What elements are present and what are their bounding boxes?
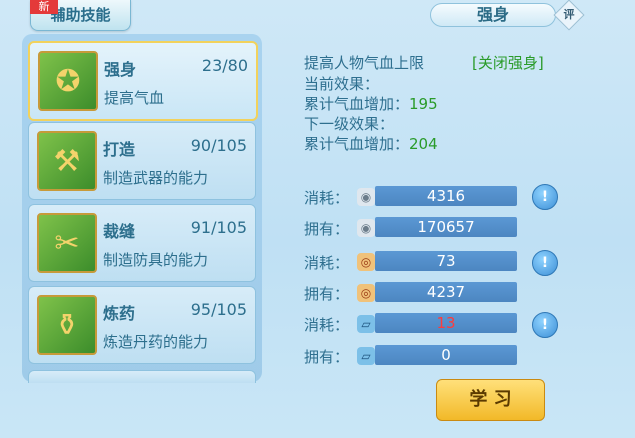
skill-desc: 炼造丹药的能力: [103, 333, 209, 351]
skill-title: 强身: [430, 3, 556, 27]
skill-name: 强身: [104, 60, 137, 79]
info-icon[interactable]: !: [532, 250, 558, 276]
skill-card-dazao[interactable]: ⚒ 打造 90/105 制造武器的能力: [28, 122, 256, 200]
cost-value: 4316: [375, 186, 517, 206]
own-label: 拥有：: [304, 285, 350, 303]
silver-icon: ◉: [357, 188, 375, 206]
hammer-icon: ⚒: [37, 131, 97, 191]
tab-label: 辅助技能: [50, 6, 111, 24]
cost-label: 消耗：: [304, 189, 350, 207]
cost-label: 消耗：: [304, 254, 350, 272]
cost-label: 消耗：: [304, 316, 350, 334]
skill-name: 炼药: [103, 304, 136, 323]
silver-icon: ◉: [357, 219, 375, 237]
next-effect-label: 下一级效果：: [304, 115, 395, 133]
skill-card-lianyao[interactable]: ⚱ 炼药 95/105 炼造丹药的能力: [28, 286, 256, 364]
own-value: 0: [375, 345, 517, 365]
skill-level: 91/105: [190, 218, 247, 237]
skill-desc: 制造武器的能力: [103, 169, 209, 187]
skill-level: 95/105: [190, 300, 247, 319]
own-value: 4237: [375, 282, 517, 302]
skill-card-partial: [28, 370, 256, 383]
cost-value: 13: [375, 313, 517, 333]
learn-button[interactable]: 学 习: [436, 379, 545, 421]
coin-icon: ◎: [357, 284, 375, 302]
skill-level: 90/105: [190, 136, 247, 155]
skill-name: 打造: [103, 140, 136, 159]
vitality-icon: ▱: [357, 347, 375, 365]
skill-desc: 制造防具的能力: [103, 251, 209, 269]
skill-name: 裁缝: [103, 222, 136, 241]
info-icon[interactable]: !: [532, 312, 558, 338]
needle-thread-icon: ✂: [37, 213, 97, 273]
coin-icon: ◎: [357, 253, 375, 271]
own-label: 拥有：: [304, 220, 350, 238]
skill-card-caifeng[interactable]: ✂ 裁缝 91/105 制造防具的能力: [28, 204, 256, 282]
detail-heading: 提高人物气血上限: [304, 54, 425, 72]
new-badge: 新: [30, 0, 58, 14]
own-value: 170657: [375, 217, 517, 237]
rate-icon[interactable]: 评: [553, 0, 585, 31]
current-effect-label: 当前效果：: [304, 75, 380, 93]
current-effect-line: 累计气血增加：195: [304, 95, 438, 113]
cost-value: 73: [375, 251, 517, 271]
vitality-icon: ▱: [357, 315, 375, 333]
strength-icon: ✪: [38, 51, 98, 111]
own-label: 拥有：: [304, 348, 350, 366]
skill-level: 23/80: [201, 56, 248, 75]
cauldron-icon: ⚱: [37, 295, 97, 355]
skill-desc: 提高气血: [104, 89, 165, 107]
next-effect-line: 累计气血增加：204: [304, 135, 438, 153]
skill-card-qiangshen[interactable]: ✪ 强身 23/80 提高气血: [28, 41, 258, 121]
toggle-link[interactable]: [关闭强身]: [472, 52, 544, 73]
info-icon[interactable]: !: [532, 184, 558, 210]
